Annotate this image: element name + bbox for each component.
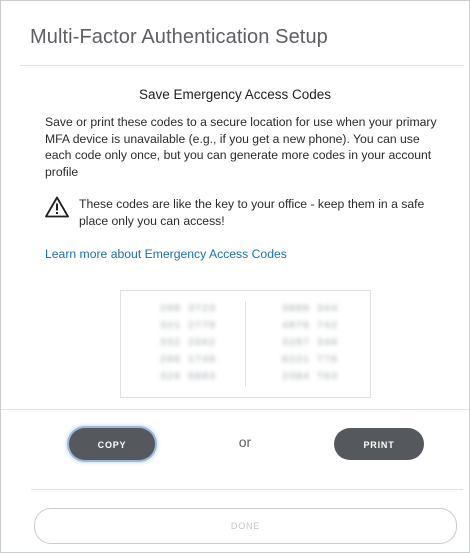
access-code: 4876 742 — [281, 321, 338, 332]
access-code: 6221 776 — [281, 355, 338, 366]
learn-more-link[interactable]: Learn more about Emergency Access Codes — [45, 247, 287, 261]
actions-divider-top — [1, 409, 469, 410]
codes-column-left: 298 3723 321 2779 332 2562 286 1749 329 … — [133, 301, 243, 386]
access-code: 329 5883 — [159, 372, 216, 383]
access-code: 321 2779 — [159, 321, 216, 332]
description-text: Save or print these codes to a secure lo… — [45, 115, 437, 179]
access-code: 332 2562 — [159, 338, 216, 349]
access-code: 286 1749 — [159, 355, 216, 366]
actions-divider-bottom — [31, 489, 463, 490]
codes-column-right: 3886 344 4876 742 3287 346 6221 776 2384… — [255, 301, 365, 386]
warning-text: These codes are like the key to your off… — [79, 197, 425, 228]
dialog-title: Multi-Factor Authentication Setup — [30, 26, 328, 48]
access-code: 3886 344 — [281, 304, 338, 315]
dialog-header: Multi-Factor Authentication Setup — [1, 1, 469, 65]
codes-divider — [245, 301, 246, 387]
done-button[interactable]: DONE — [34, 508, 457, 544]
access-code: 3287 346 — [281, 338, 338, 349]
print-button[interactable]: PRINT — [334, 428, 424, 460]
mfa-setup-dialog: Multi-Factor Authentication Setup Save E… — [0, 0, 470, 553]
access-code: 298 3723 — [159, 304, 216, 315]
section-heading: Save Emergency Access Codes — [138, 87, 332, 102]
codes-box: 298 3723 321 2779 332 2562 286 1749 329 … — [120, 290, 371, 398]
warning-triangle-icon — [45, 196, 69, 218]
header-divider — [20, 65, 464, 66]
access-code: 2384 763 — [281, 372, 338, 383]
